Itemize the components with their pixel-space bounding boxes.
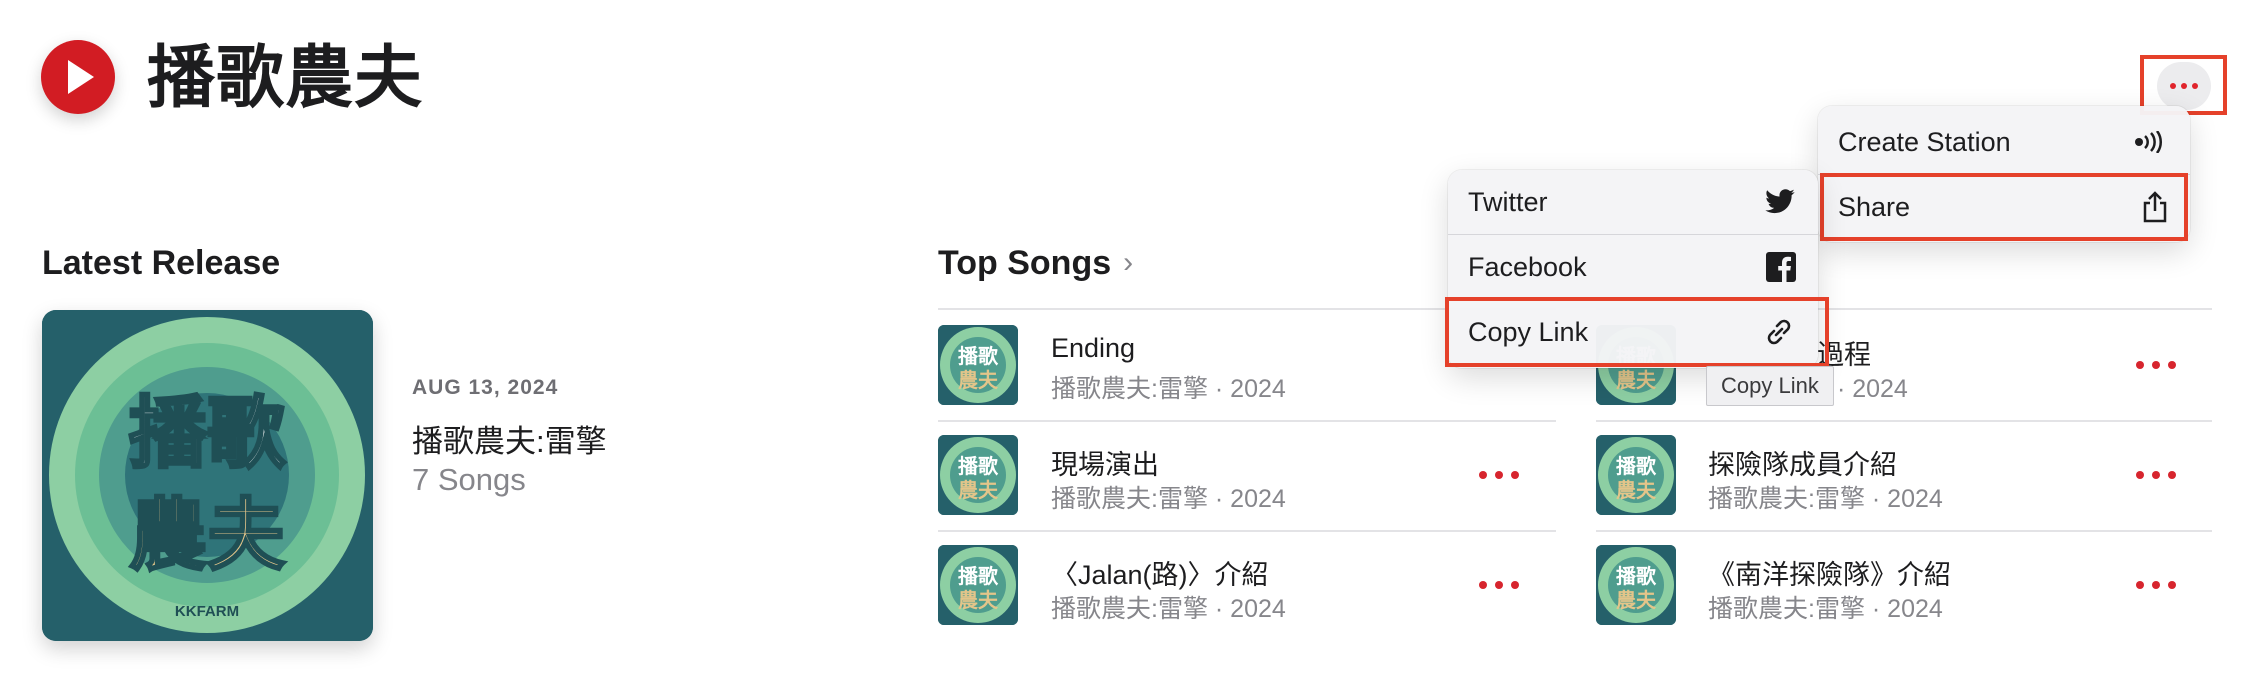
svg-text:農夫: 農夫 — [1616, 478, 1657, 502]
svg-text:農夫: 農夫 — [958, 368, 999, 392]
share-submenu: Twitter Facebook Copy Link — [1448, 170, 1818, 368]
svg-text:農夫: 農夫 — [958, 478, 999, 502]
svg-text:播歌: 播歌 — [958, 454, 999, 478]
svg-text:農夫: 農夫 — [129, 491, 286, 581]
menu-item-share[interactable]: Share — [1818, 175, 2190, 239]
album-title[interactable]: 播歌農夫:雷擎 — [412, 416, 607, 461]
svg-text:農夫: 農夫 — [1616, 588, 1657, 612]
svg-text:播歌: 播歌 — [958, 564, 999, 588]
artist-context-menu: Create Station Share — [1818, 106, 2190, 242]
song-more-button[interactable] — [1479, 575, 1519, 595]
song-artwork[interactable]: 播歌 農夫 — [938, 435, 1018, 515]
svg-text:播歌: 播歌 — [958, 344, 999, 368]
copy-link-tooltip: Copy Link — [1706, 366, 1834, 406]
chevron-right-icon: › — [1123, 246, 1134, 279]
song-more-button[interactable] — [2136, 465, 2176, 485]
release-date: AUG 13, 2024 — [412, 376, 559, 399]
play-icon — [68, 60, 94, 94]
artist-name: 播歌農夫 — [147, 40, 424, 116]
row-divider — [1596, 530, 2212, 532]
artist-more-button[interactable] — [2157, 62, 2211, 110]
song-title[interactable]: Ending — [1051, 333, 1135, 364]
row-divider — [1596, 420, 2212, 422]
song-artwork[interactable]: 播歌 農夫 — [938, 545, 1018, 625]
menu-item-facebook[interactable]: Facebook — [1448, 235, 1818, 299]
radio-station-icon — [2135, 131, 2162, 153]
song-subtitle: 播歌農夫:雷擎 · 2024 — [1051, 595, 1286, 623]
facebook-icon — [1766, 252, 1796, 282]
play-button[interactable] — [41, 40, 115, 114]
menu-item-twitter[interactable]: Twitter — [1448, 170, 1818, 234]
top-songs-label: Top Songs — [938, 244, 1112, 282]
song-subtitle: 播歌農夫:雷擎 · 2024 — [1051, 485, 1286, 513]
song-more-button[interactable] — [1479, 465, 1519, 485]
song-title[interactable]: 現場演出 — [1051, 443, 1159, 482]
album-song-count: 7 Songs — [412, 462, 526, 497]
song-artwork[interactable]: 播歌 農夫 — [938, 325, 1018, 405]
song-more-button[interactable] — [2136, 575, 2176, 595]
row-divider — [938, 530, 1556, 532]
song-subtitle: 播歌農夫:雷擎 · 2024 — [1051, 375, 1286, 403]
svg-text:播歌: 播歌 — [129, 389, 286, 479]
link-icon — [1767, 319, 1791, 345]
song-artwork[interactable]: 播歌 農夫 — [1596, 545, 1676, 625]
menu-item-create-station[interactable]: Create Station — [1818, 110, 2190, 174]
song-subtitle: 播歌農夫:雷擎 · 2024 — [1708, 485, 1943, 513]
share-icon — [2143, 191, 2167, 223]
album-art: 播歌 農夫 KKFARM — [42, 310, 373, 641]
song-artwork[interactable]: 播歌 農夫 — [1596, 435, 1676, 515]
song-title[interactable]: 探險隊成員介紹 — [1708, 443, 1897, 482]
svg-text:播歌: 播歌 — [1616, 454, 1657, 478]
song-title[interactable]: 〈Jalan(路)〉介紹 — [1051, 553, 1269, 592]
top-songs-heading[interactable]: Top Songs › — [938, 242, 1133, 284]
row-divider — [938, 420, 1556, 422]
svg-text:KKFARM: KKFARM — [175, 603, 239, 620]
twitter-icon — [1765, 189, 1795, 214]
latest-release-cover[interactable]: 播歌 農夫 KKFARM — [42, 310, 373, 641]
svg-text:農夫: 農夫 — [958, 588, 999, 612]
svg-text:播歌: 播歌 — [1616, 564, 1657, 588]
song-more-button[interactable] — [2136, 355, 2176, 375]
menu-item-copy-link[interactable]: Copy Link — [1448, 300, 1818, 364]
svg-text:農夫: 農夫 — [1616, 368, 1657, 392]
song-subtitle: 播歌農夫:雷擎 · 2024 — [1708, 595, 1943, 623]
song-title[interactable]: 《南洋探險隊》介紹 — [1708, 553, 1951, 592]
latest-release-heading: Latest Release — [42, 244, 281, 282]
